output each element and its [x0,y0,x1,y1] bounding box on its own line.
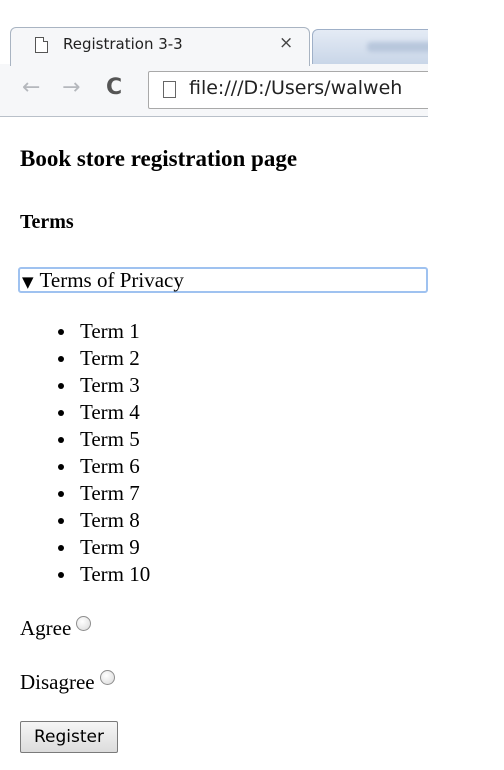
section-heading-terms: Terms [20,211,74,233]
list-item: Term 2 [20,345,150,372]
disclosure-triangle-icon: ▼ [22,273,34,291]
terms-details-summary[interactable]: ▼ Terms of Privacy [18,267,428,293]
blurred-tab-label [367,42,428,52]
list-item: Term 8 [20,507,150,534]
list-item: Term 3 [20,372,150,399]
summary-label: Terms of Privacy [39,268,184,292]
page-title: Book store registration page [20,146,298,171]
new-tab-button[interactable] [312,29,428,64]
agree-label: Agree [20,616,72,640]
list-item: Term 5 [20,426,150,453]
close-icon[interactable]: × [279,33,293,53]
page-icon [35,37,48,53]
disagree-label: Disagree [20,670,95,694]
list-item: Term 10 [20,561,150,588]
tab-registration[interactable]: Registration 3-3 × [10,27,310,66]
address-text: file:///D:/Users/walweh [189,77,403,99]
list-item: Term 6 [20,453,150,480]
list-item: Term 9 [20,534,150,561]
tab-title: Registration 3-3 [63,35,183,53]
disagree-radio[interactable] [99,670,115,685]
terms-list: Term 1 Term 2 Term 3 Term 4 Term 5 Term … [20,318,150,588]
forward-arrow-icon[interactable]: → [62,75,80,101]
agree-radio[interactable] [76,616,92,631]
address-bar[interactable]: file:///D:/Users/walweh [148,71,428,109]
register-button[interactable]: Register [20,721,118,753]
list-item: Term 7 [20,480,150,507]
agree-option: Agree [20,616,92,640]
disagree-option: Disagree [20,670,115,694]
list-item: Term 4 [20,399,150,426]
list-item: Term 1 [20,318,150,345]
reload-icon[interactable]: C [106,75,122,101]
back-arrow-icon[interactable]: ← [22,75,40,101]
browser-chrome: Registration 3-3 × ← → C file:///D:/User… [0,0,428,118]
browser-toolbar: ← → C file:///D:/Users/walweh [0,64,428,117]
tab-strip: Registration 3-3 × [0,0,428,66]
file-icon [163,81,176,98]
